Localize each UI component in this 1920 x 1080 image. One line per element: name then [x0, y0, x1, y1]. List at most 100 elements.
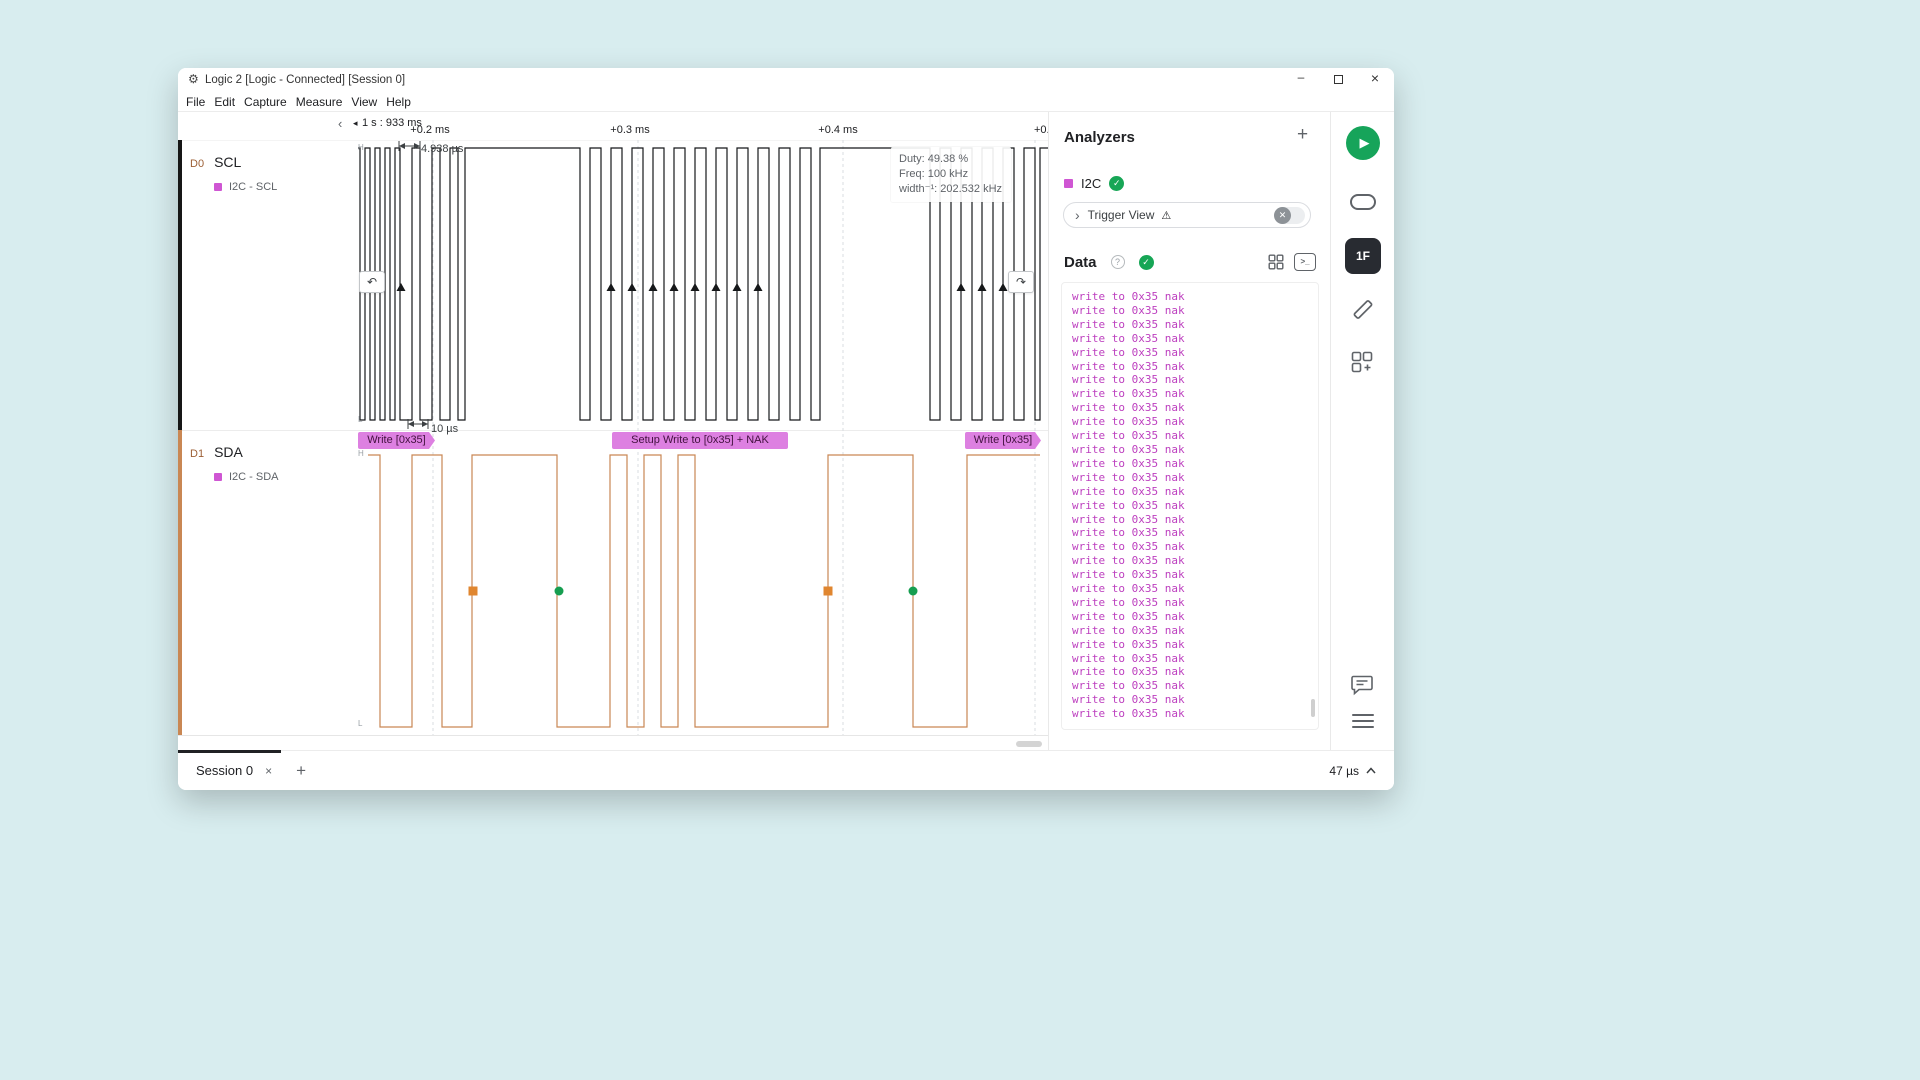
- measurement-tooltip: Duty: 49.38 % Freq: 100 kHz width⁻¹: 202…: [891, 147, 1011, 202]
- analyzer-item-i2c[interactable]: I2C ✓: [1064, 172, 1314, 194]
- play-icon: ▶: [1360, 135, 1370, 151]
- data-row[interactable]: write to 0x35 nak: [1072, 304, 1318, 318]
- data-row[interactable]: write to 0x35 nak: [1072, 679, 1318, 693]
- data-row[interactable]: write to 0x35 nak: [1072, 638, 1318, 652]
- data-row[interactable]: write to 0x35 nak: [1072, 485, 1318, 499]
- capture-tab-1f[interactable]: 1F: [1345, 238, 1381, 274]
- i2c-annotation-write: Write [0x35]: [358, 432, 435, 449]
- titlebar: ⚙ Logic 2 [Logic - Connected] [Session 0…: [178, 68, 1394, 92]
- data-row[interactable]: write to 0x35 nak: [1072, 665, 1318, 679]
- measurements-button[interactable]: [1350, 296, 1376, 327]
- data-scrollbar-thumb[interactable]: [1311, 699, 1315, 717]
- feedback-button[interactable]: [1350, 674, 1374, 701]
- maximize-button[interactable]: [1323, 70, 1353, 90]
- horizontal-scrollbar-thumb[interactable]: [1016, 741, 1042, 747]
- menu-measure[interactable]: Measure: [296, 95, 343, 109]
- timeline-tick: +0.2 ms: [410, 124, 449, 136]
- session-tab[interactable]: Session 0: [196, 763, 253, 778]
- data-title: Data: [1064, 254, 1097, 271]
- data-row[interactable]: write to 0x35 nak: [1072, 610, 1318, 624]
- main-menu-button[interactable]: [1352, 714, 1374, 728]
- data-row[interactable]: write to 0x35 nak: [1072, 624, 1318, 638]
- data-row[interactable]: write to 0x35 nak: [1072, 290, 1318, 304]
- tooltip-duty: Duty: 49.38 %: [899, 152, 1003, 167]
- timeline-tick: +0.: [1034, 124, 1048, 136]
- channel-d1-label[interactable]: D1SDA I2C - SDA: [190, 444, 279, 483]
- channel-d0-color-strip: [178, 140, 182, 430]
- data-row[interactable]: write to 0x35 nak: [1072, 429, 1318, 443]
- data-row[interactable]: write to 0x35 nak: [1072, 693, 1318, 707]
- analyzer-color-swatch: [214, 183, 222, 191]
- timeline: ‹ ◂ 1 s : 933 ms +0.2 ms +0.3 ms +0.4 ms…: [178, 112, 1048, 140]
- data-row[interactable]: write to 0x35 nak: [1072, 554, 1318, 568]
- menubar: File Edit Capture Measure View Help: [178, 92, 1394, 112]
- table-view-icon[interactable]: [1268, 254, 1284, 270]
- data-row[interactable]: write to 0x35 nak: [1072, 707, 1318, 721]
- data-row[interactable]: write to 0x35 nak: [1072, 513, 1318, 527]
- trigger-view-row[interactable]: › Trigger View ⚠ ✕: [1063, 202, 1311, 228]
- level-low-label: L: [358, 415, 362, 424]
- warning-icon: ⚠: [1161, 209, 1171, 222]
- timeline-tick: +0.3 ms: [610, 124, 649, 136]
- data-row[interactable]: write to 0x35 nak: [1072, 443, 1318, 457]
- data-row[interactable]: write to 0x35 nak: [1072, 540, 1318, 554]
- jump-next-edge-button[interactable]: ↷: [1008, 271, 1034, 293]
- data-row[interactable]: write to 0x35 nak: [1072, 471, 1318, 485]
- grid-icon: [1268, 254, 1284, 270]
- data-row[interactable]: write to 0x35 nak: [1072, 652, 1318, 666]
- channel-name: SDA: [214, 444, 243, 460]
- minimize-button[interactable]: –: [1286, 70, 1316, 90]
- trigger-view-toggle[interactable]: ✕: [1274, 207, 1305, 224]
- pan-left-icon[interactable]: ‹: [338, 116, 342, 131]
- data-row[interactable]: write to 0x35 nak: [1072, 318, 1318, 332]
- level-high-label: H: [358, 449, 364, 458]
- menu-view[interactable]: View: [351, 95, 377, 109]
- extensions-button[interactable]: [1350, 350, 1374, 379]
- data-row[interactable]: write to 0x35 nak: [1072, 457, 1318, 471]
- level-high-label: H: [358, 143, 364, 152]
- channel-analyzer-label: I2C - SCL: [229, 181, 277, 193]
- menu-help[interactable]: Help: [386, 95, 411, 109]
- data-row[interactable]: write to 0x35 nak: [1072, 526, 1318, 540]
- data-row[interactable]: write to 0x35 nak: [1072, 568, 1318, 582]
- analyzers-panel: Analyzers + I2C ✓ › Trigger View ⚠ ✕ Dat…: [1048, 112, 1330, 750]
- app-window: ⚙ Logic 2 [Logic - Connected] [Session 0…: [178, 68, 1394, 790]
- close-button[interactable]: ×: [1360, 70, 1390, 90]
- data-row[interactable]: write to 0x35 nak: [1072, 499, 1318, 513]
- bottombar: Session 0 × + 47 µs: [178, 750, 1394, 790]
- help-icon[interactable]: ?: [1111, 255, 1125, 269]
- data-list[interactable]: write to 0x35 nakwrite to 0x35 nakwrite …: [1061, 282, 1319, 730]
- data-row[interactable]: write to 0x35 nak: [1072, 373, 1318, 387]
- add-analyzer-button[interactable]: +: [1297, 124, 1308, 146]
- menu-capture[interactable]: Capture: [244, 95, 287, 109]
- analyzer-status-check-icon: ✓: [1109, 176, 1124, 191]
- menu-file[interactable]: File: [186, 95, 205, 109]
- data-header: Data ? ✓ >_: [1064, 251, 1316, 273]
- data-row[interactable]: write to 0x35 nak: [1072, 415, 1318, 429]
- analyzer-color-swatch: [1064, 179, 1073, 188]
- timeline-tick: +0.4 ms: [818, 124, 857, 136]
- menu-edit[interactable]: Edit: [214, 95, 235, 109]
- tooltip-width: width⁻¹: 202.532 kHz: [899, 182, 1003, 197]
- tooltip-freq: Freq: 100 kHz: [899, 167, 1003, 182]
- right-icon-bar: ▶ 1F: [1330, 112, 1394, 750]
- duration-selector[interactable]: 47 µs: [1329, 764, 1376, 778]
- data-row[interactable]: write to 0x35 nak: [1072, 360, 1318, 374]
- data-row[interactable]: write to 0x35 nak: [1072, 332, 1318, 346]
- data-row[interactable]: write to 0x35 nak: [1072, 346, 1318, 360]
- analyzer-label: I2C: [1081, 176, 1101, 191]
- analyzers-title: Analyzers: [1064, 129, 1135, 146]
- i2c-annotation-write: Write [0x35]: [965, 432, 1041, 449]
- data-row[interactable]: write to 0x35 nak: [1072, 582, 1318, 596]
- chevron-right-icon: ›: [1075, 207, 1080, 223]
- jump-prev-edge-button[interactable]: ↶: [359, 271, 385, 293]
- terminal-view-icon[interactable]: >_: [1294, 253, 1316, 271]
- add-session-button[interactable]: +: [296, 761, 306, 781]
- run-capture-button[interactable]: ▶: [1346, 126, 1380, 160]
- data-row[interactable]: write to 0x35 nak: [1072, 387, 1318, 401]
- device-button[interactable]: [1350, 194, 1376, 210]
- channel-d0-label[interactable]: D0SCL I2C - SCL: [190, 154, 277, 193]
- data-row[interactable]: write to 0x35 nak: [1072, 596, 1318, 610]
- data-row[interactable]: write to 0x35 nak: [1072, 401, 1318, 415]
- session-tab-close-icon[interactable]: ×: [265, 764, 272, 778]
